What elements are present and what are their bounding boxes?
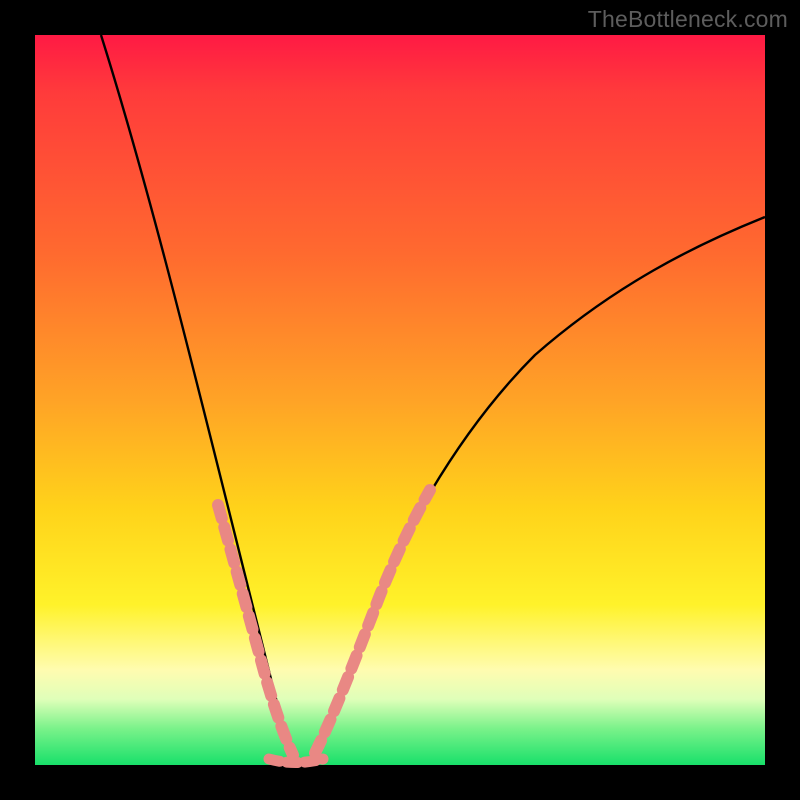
watermark-text: TheBottleneck.com xyxy=(588,6,788,33)
curve-path xyxy=(101,35,765,763)
accent-left-flank xyxy=(218,505,293,755)
plot-area xyxy=(35,35,765,765)
accent-bottom xyxy=(269,759,323,763)
bottleneck-curve xyxy=(35,35,765,765)
accent-right-flank xyxy=(315,490,430,753)
chart-frame: TheBottleneck.com xyxy=(0,0,800,800)
